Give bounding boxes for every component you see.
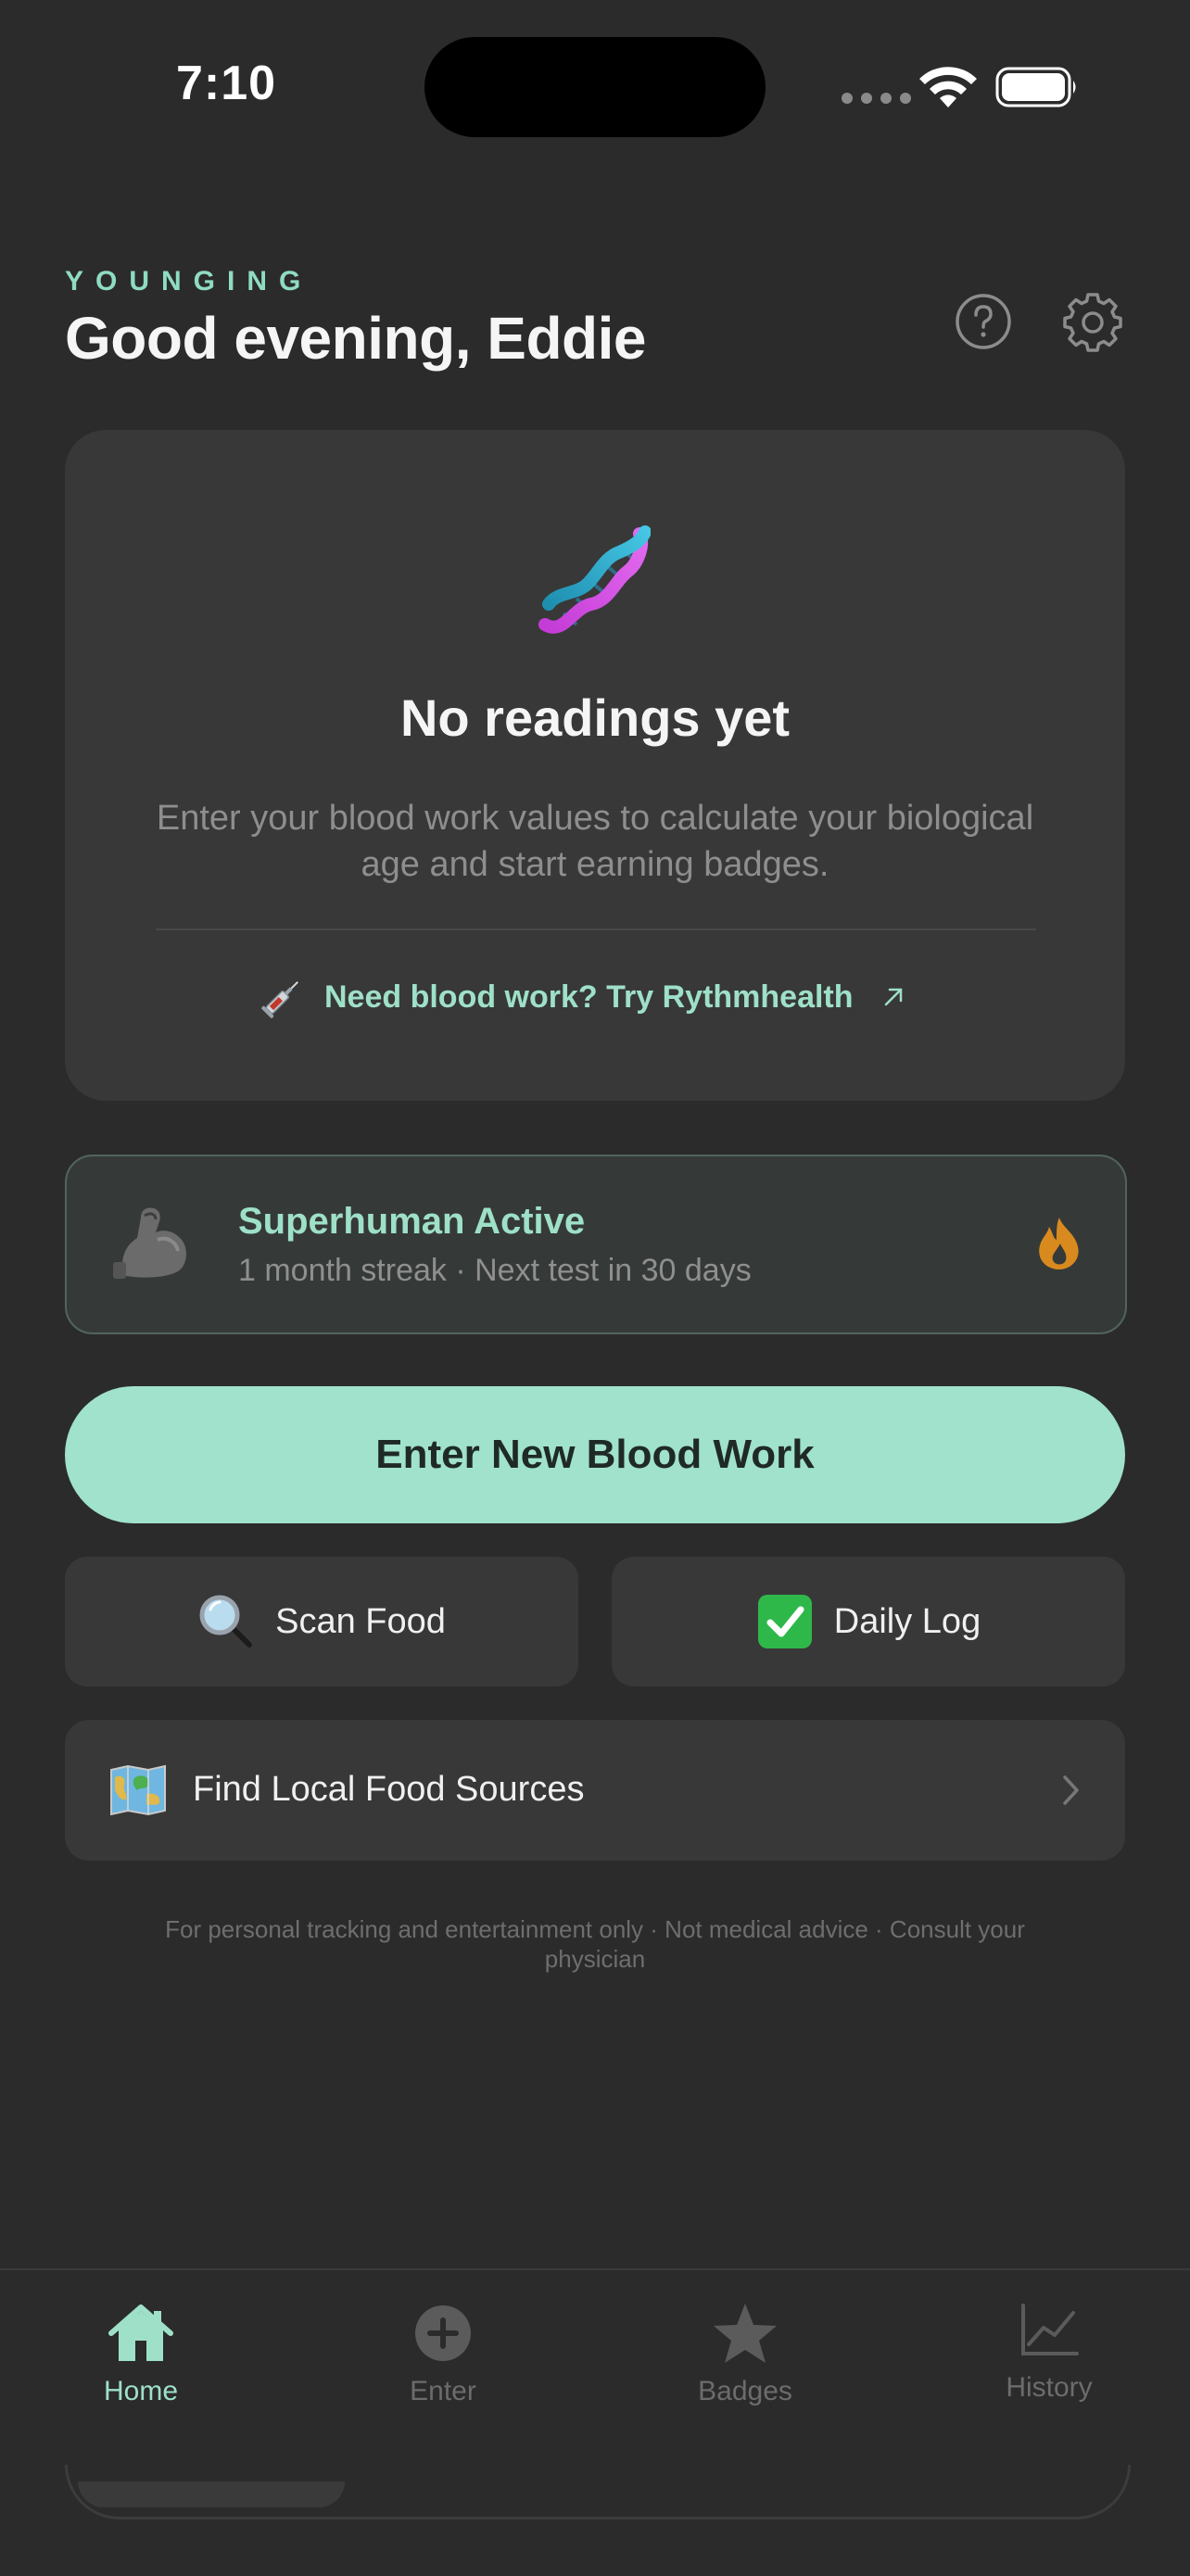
blood-work-link-label: Need blood work? Try Rythmhealth [324,979,854,1015]
dna-icon [538,525,651,634]
daily-log-label: Daily Log [833,1601,981,1641]
scan-food-label: Scan Food [275,1601,446,1641]
chevron-right-icon [1063,1775,1079,1805]
world-map-icon [110,1764,166,1816]
star-icon [714,2304,777,2363]
app-brand: YOUNGING [65,266,313,297]
tab-enter[interactable]: Enter [341,2300,545,2407]
empty-state-title: No readings yet [399,688,791,747]
daily-log-button[interactable]: Daily Log [612,1557,1125,1686]
tab-home[interactable]: Home [39,2300,243,2407]
help-icon[interactable] [955,293,1012,350]
house-icon [108,2305,173,2361]
syringe-icon [261,981,298,1018]
tab-badges-label: Badges [698,2376,792,2406]
flexed-bicep-icon [113,1207,186,1279]
battery-icon [995,67,1076,107]
scan-food-button[interactable]: Scan Food [65,1557,578,1686]
gear-icon[interactable] [1062,291,1123,352]
streak-card[interactable] [65,1155,1127,1334]
tab-badges[interactable]: Badges [643,2300,847,2407]
empty-state-description: Enter your blood work values to calculat… [156,799,1034,884]
disclaimer: For personal tracking and entertainment … [165,1915,1025,1973]
line-chart-icon [1021,2304,1079,2355]
tab-history-label: History [1006,2372,1093,2403]
cellular-signal-icon [842,93,911,104]
divider [156,928,1036,930]
streak-title: Superhuman Active [238,1201,586,1242]
tab-history[interactable]: History [947,2296,1151,2404]
status-time: 7:10 [176,57,277,110]
wifi-icon [919,67,977,107]
find-local-food-label: Find Local Food Sources [193,1770,585,1809]
external-arrow-icon [884,988,902,1006]
home-indicator [78,2481,345,2507]
plus-circle-icon [415,2305,471,2361]
enter-blood-work-button[interactable]: Enter New Blood Work [65,1386,1125,1523]
check-mark-button-icon [757,1595,812,1648]
enter-blood-work-label: Enter New Blood Work [375,1432,815,1477]
magnifying-glass-icon [199,1595,255,1649]
tab-enter-label: Enter [410,2376,476,2406]
blood-work-partner-link[interactable]: Need blood work? Try Rythmhealth [260,975,936,1019]
dynamic-island [424,37,766,137]
streak-subtitle: 1 month streak · Next test in 30 days [238,1253,752,1288]
page-title: Good evening, Eddie [65,305,647,372]
flame-icon [1039,1218,1079,1269]
tab-home-label: Home [103,2376,179,2406]
